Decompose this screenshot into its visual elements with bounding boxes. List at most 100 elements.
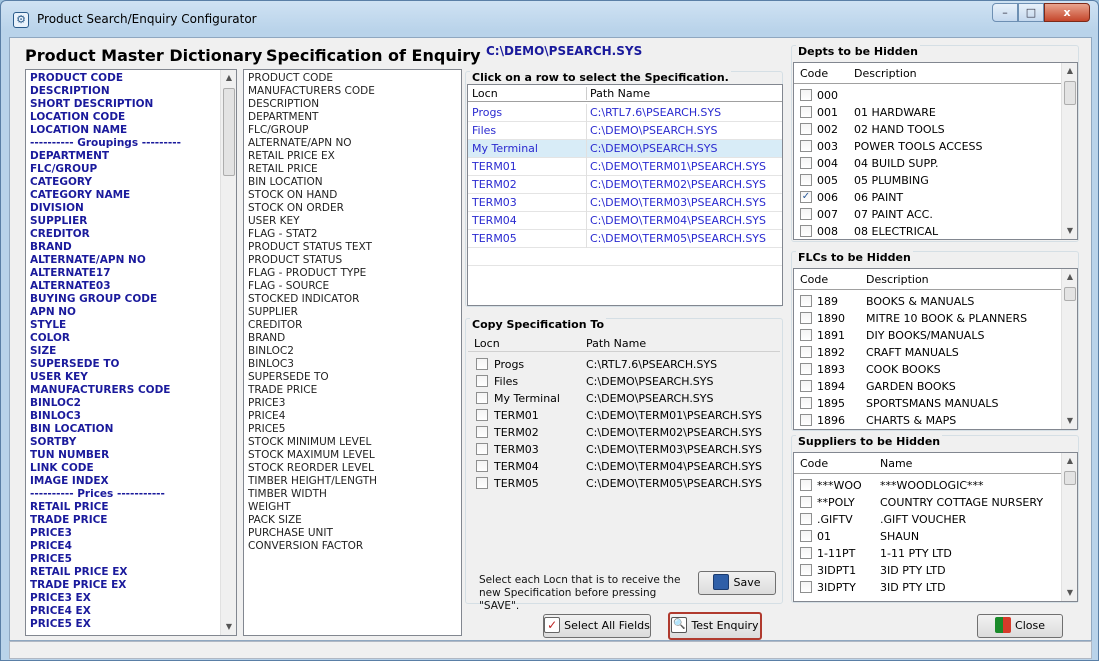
suppliers-row[interactable]: ***WOO ***WOODLOGIC*** bbox=[800, 477, 1050, 494]
spec-list-item[interactable]: DEPARTMENT bbox=[244, 111, 461, 124]
master-list-item[interactable]: SORTBY bbox=[26, 436, 236, 449]
hide-checkbox[interactable] bbox=[800, 513, 812, 525]
copy-row[interactable]: TERM04 C:\DEMO\TERM04\PSEARCH.SYS bbox=[476, 458, 776, 475]
hide-checkbox[interactable] bbox=[800, 123, 812, 135]
spec-list-item[interactable]: BRAND bbox=[244, 332, 461, 345]
scroll-thumb[interactable] bbox=[1064, 287, 1076, 301]
flcs-row[interactable]: 1895 SPORTSMANS MANUALS bbox=[800, 395, 1050, 412]
depts-row[interactable]: 001 01 HARDWARE bbox=[800, 104, 1050, 121]
spec-row[interactable]: TERM01 C:\DEMO\TERM01\PSEARCH.SYS bbox=[468, 158, 782, 176]
spec-row[interactable]: TERM02 C:\DEMO\TERM02\PSEARCH.SYS bbox=[468, 176, 782, 194]
master-list-item[interactable]: TUN NUMBER bbox=[26, 449, 236, 462]
flcs-scrollbar[interactable]: ▲ ▼ bbox=[1061, 269, 1077, 429]
flcs-row[interactable]: 1894 GARDEN BOOKS bbox=[800, 378, 1050, 395]
depts-grid[interactable]: Code Description 000 001 01 HARDWARE 002 02 … bbox=[793, 62, 1078, 240]
spec-list-item[interactable]: BIN LOCATION bbox=[244, 176, 461, 189]
spec-list-item[interactable]: DESCRIPTION bbox=[244, 98, 461, 111]
hide-checkbox[interactable] bbox=[800, 414, 812, 426]
master-list-item[interactable]: PRICE3 EX bbox=[26, 592, 236, 605]
select-spec-grid[interactable]: Locn Path Name Progs C:\RTL7.6\PSEARCH.SY… bbox=[467, 84, 783, 306]
master-list-item[interactable]: PRICE5 bbox=[26, 553, 236, 566]
depts-row[interactable]: 005 05 PLUMBING bbox=[800, 172, 1050, 189]
close-button[interactable]: Close bbox=[977, 614, 1063, 638]
copy-checkbox[interactable] bbox=[476, 443, 488, 455]
master-list-item[interactable]: CATEGORY NAME bbox=[26, 189, 236, 202]
spec-list-item[interactable]: WEIGHT bbox=[244, 501, 461, 514]
spec-list-item[interactable]: STOCK ON HAND bbox=[244, 189, 461, 202]
hide-checkbox[interactable]: ✓ bbox=[800, 191, 812, 203]
copy-row[interactable]: My Terminal C:\DEMO\PSEARCH.SYS bbox=[476, 390, 776, 407]
suppliers-row[interactable]: 3IDPT1 3ID PTY LTD bbox=[800, 562, 1050, 579]
copy-checkbox[interactable] bbox=[476, 477, 488, 489]
hide-checkbox[interactable] bbox=[800, 208, 812, 220]
master-list-item[interactable]: BINLOC3 bbox=[26, 410, 236, 423]
scroll-thumb[interactable] bbox=[223, 88, 235, 176]
master-list-item[interactable]: ---------- Groupings --------- bbox=[26, 137, 236, 150]
master-list-item[interactable]: DESCRIPTION bbox=[26, 85, 236, 98]
copy-checkbox[interactable] bbox=[476, 426, 488, 438]
depts-row[interactable]: 007 07 PAINT ACC. bbox=[800, 206, 1050, 223]
flcs-row[interactable]: 1896 CHARTS & MAPS bbox=[800, 412, 1050, 429]
master-list-item[interactable]: CREDITOR bbox=[26, 228, 236, 241]
close-window-button[interactable]: x bbox=[1044, 3, 1090, 22]
hide-checkbox[interactable] bbox=[800, 397, 812, 409]
scroll-thumb[interactable] bbox=[1064, 471, 1076, 485]
master-list-item[interactable]: APN NO bbox=[26, 306, 236, 319]
master-list-item[interactable]: CATEGORY bbox=[26, 176, 236, 189]
maximize-button[interactable]: □ bbox=[1018, 3, 1044, 22]
flcs-row[interactable]: 1892 CRAFT MANUALS bbox=[800, 344, 1050, 361]
master-list-item[interactable]: SUPERSEDE TO bbox=[26, 358, 236, 371]
copy-row[interactable]: Progs C:\RTL7.6\PSEARCH.SYS bbox=[476, 356, 776, 373]
spec-list-item[interactable]: FLAG - SOURCE bbox=[244, 280, 461, 293]
spec-list-item[interactable]: STOCK REORDER LEVEL bbox=[244, 462, 461, 475]
suppliers-row[interactable]: .GIFTV .GIFT VOUCHER bbox=[800, 511, 1050, 528]
master-list-item[interactable]: TRADE PRICE bbox=[26, 514, 236, 527]
hide-checkbox[interactable] bbox=[800, 530, 812, 542]
master-list-item[interactable]: ALTERNATE/APN NO bbox=[26, 254, 236, 267]
hide-checkbox[interactable] bbox=[800, 363, 812, 375]
spec-list-item[interactable]: BINLOC2 bbox=[244, 345, 461, 358]
spec-list-item[interactable]: CREDITOR bbox=[244, 319, 461, 332]
spec-list-item[interactable]: PRICE5 bbox=[244, 423, 461, 436]
master-list-item[interactable]: SHORT DESCRIPTION bbox=[26, 98, 236, 111]
spec-list-item[interactable]: TIMBER WIDTH bbox=[244, 488, 461, 501]
hide-checkbox[interactable] bbox=[800, 157, 812, 169]
scroll-down-arrow-icon[interactable]: ▼ bbox=[1062, 223, 1078, 239]
master-list-item[interactable]: BUYING GROUP CODE bbox=[26, 293, 236, 306]
spec-list-item[interactable]: FLAG - STAT2 bbox=[244, 228, 461, 241]
copy-checkbox[interactable] bbox=[476, 375, 488, 387]
hide-checkbox[interactable] bbox=[800, 174, 812, 186]
master-dictionary-list[interactable]: PRODUCT CODE DESCRIPTION SHORT DESCRIPTION… bbox=[25, 69, 237, 636]
master-list-item[interactable]: PRICE3 bbox=[26, 527, 236, 540]
spec-list-item[interactable]: USER KEY bbox=[244, 215, 461, 228]
scroll-down-arrow-icon[interactable]: ▼ bbox=[1062, 413, 1078, 429]
suppliers-row[interactable]: 01 SHAUN bbox=[800, 528, 1050, 545]
spec-list-item[interactable]: PURCHASE UNIT bbox=[244, 527, 461, 540]
master-list-item[interactable]: BINLOC2 bbox=[26, 397, 236, 410]
master-list-item[interactable]: STYLE bbox=[26, 319, 236, 332]
flcs-row[interactable]: 1891 DIY BOOKS/MANUALS bbox=[800, 327, 1050, 344]
save-button[interactable]: Save bbox=[698, 571, 776, 595]
copy-checkbox[interactable] bbox=[476, 392, 488, 404]
master-list-item[interactable]: ---------- Prices ----------- bbox=[26, 488, 236, 501]
depts-row[interactable]: 004 04 BUILD SUPP. bbox=[800, 155, 1050, 172]
minimize-button[interactable]: – bbox=[992, 3, 1018, 22]
flcs-row[interactable]: 1890 MITRE 10 BOOK & PLANNERS bbox=[800, 310, 1050, 327]
spec-list-item[interactable]: STOCK MINIMUM LEVEL bbox=[244, 436, 461, 449]
spec-list-item[interactable]: TRADE PRICE bbox=[244, 384, 461, 397]
spec-list-item[interactable]: TIMBER HEIGHT/LENGTH bbox=[244, 475, 461, 488]
suppliers-row[interactable]: 1-11PT 1-11 PTY LTD bbox=[800, 545, 1050, 562]
spec-list-item[interactable]: RETAIL PRICE bbox=[244, 163, 461, 176]
hide-checkbox[interactable] bbox=[800, 547, 812, 559]
depts-row[interactable]: 000 bbox=[800, 87, 1050, 104]
spec-list-item[interactable]: PRODUCT CODE bbox=[244, 72, 461, 85]
spec-list-item[interactable]: PRICE4 bbox=[244, 410, 461, 423]
hide-checkbox[interactable] bbox=[800, 496, 812, 508]
hide-checkbox[interactable] bbox=[800, 312, 812, 324]
spec-list-item[interactable]: PRODUCT STATUS TEXT bbox=[244, 241, 461, 254]
master-list-item[interactable]: LINK CODE bbox=[26, 462, 236, 475]
master-list-item[interactable]: SIZE bbox=[26, 345, 236, 358]
copy-row[interactable]: TERM01 C:\DEMO\TERM01\PSEARCH.SYS bbox=[476, 407, 776, 424]
hide-checkbox[interactable] bbox=[800, 89, 812, 101]
hide-checkbox[interactable] bbox=[800, 225, 812, 237]
